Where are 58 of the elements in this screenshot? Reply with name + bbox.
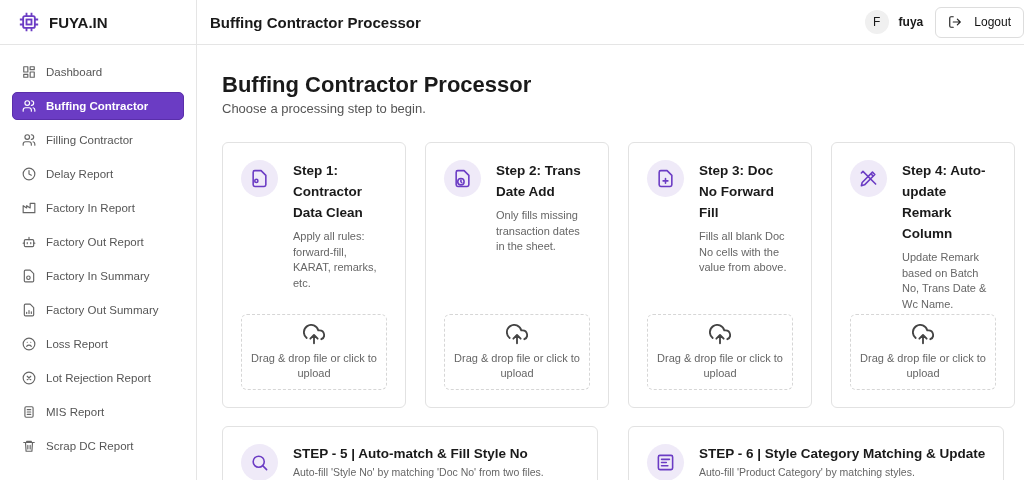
sidebar-item[interactable]: Buffing Contractor xyxy=(12,92,184,120)
list-icon xyxy=(656,453,675,472)
sidebar-item[interactable]: Factory Out Report xyxy=(12,228,184,256)
upload-dropzone[interactable]: Drag & drop file or click to upload xyxy=(647,314,793,390)
step-description: Fills all blank Doc No cells with the value from above. xyxy=(699,229,788,275)
logout-icon xyxy=(948,15,963,29)
clock-icon xyxy=(22,167,36,181)
chip-icon xyxy=(19,12,39,32)
sidebar-item[interactable]: Loss Report xyxy=(12,330,184,358)
step-title: Step 1: Contractor Data Clean xyxy=(293,162,364,222)
upload-cloud-icon xyxy=(506,323,528,346)
step-description: Update Remark based on Batch No, Trans Date & Wc Name. xyxy=(902,250,988,312)
sidebar-item[interactable]: Factory Out Summary xyxy=(12,296,184,324)
step-description: Auto-fill 'Style No' by matching 'Doc No' from two files. xyxy=(293,466,544,478)
upload-cloud-icon xyxy=(912,323,934,346)
sidebar-item[interactable]: Factory In Report xyxy=(12,194,184,222)
sidebar-item[interactable]: Delay Report xyxy=(12,160,184,188)
brand-name: FUYA.IN xyxy=(49,13,108,31)
page-subtitle: Choose a processing step to begin. xyxy=(222,101,427,116)
upload-dropzone[interactable]: Drag & drop file or click to upload xyxy=(444,314,590,390)
clipboard-icon xyxy=(22,405,36,419)
user-name: fuya xyxy=(898,15,924,29)
circle-x-icon xyxy=(22,371,36,385)
factory-icon xyxy=(22,201,36,215)
header-title: Buffing Contractor Processor xyxy=(210,13,422,31)
step-title: STEP - 5 | Auto-match & Fill Style No xyxy=(293,446,529,461)
file-icon xyxy=(22,269,36,283)
users-icon xyxy=(22,133,36,147)
grid-icon xyxy=(22,65,36,79)
step-description: Auto-fill 'Product Category' by matching styles. xyxy=(699,466,916,478)
users-icon xyxy=(22,99,36,113)
upload-dropzone[interactable]: Drag & drop file or click to upload xyxy=(850,314,996,390)
bot-icon xyxy=(22,235,36,249)
step-title: Step 4: Auto-update Remark Column xyxy=(902,162,987,243)
file-plus-icon xyxy=(656,169,675,188)
sidebar-item[interactable]: Lot Rejection Report xyxy=(12,364,184,392)
step-title: Step 2: Trans Date Add xyxy=(496,162,582,201)
sidebar-item[interactable]: MIS Report xyxy=(12,398,184,426)
sidebar-item[interactable]: Filling Contractor xyxy=(12,126,184,154)
trash-icon xyxy=(22,439,36,453)
file-clock-icon xyxy=(453,169,472,188)
sidebar-item[interactable]: Dashboard xyxy=(12,58,184,86)
pencil-ruler-icon xyxy=(859,169,878,188)
step-description: Apply all rules: forward-fill, KARAT, remarks, etc. xyxy=(293,229,378,291)
frown-icon xyxy=(22,337,36,351)
step-title: Step 3: Doc No Forward Fill xyxy=(699,162,775,222)
upload-dropzone[interactable]: Drag & drop file or click to upload xyxy=(241,314,387,390)
sidebar-item[interactable]: Factory In Summary xyxy=(12,262,184,290)
step-description: Only fills missing transaction dates in the sheet. xyxy=(496,208,581,254)
file-chart-icon xyxy=(22,303,36,317)
user-avatar: F xyxy=(864,10,889,34)
sidebar-item[interactable]: Scrap DC Report xyxy=(12,432,184,460)
search-icon xyxy=(250,453,269,472)
step-title: STEP - 6 | Style Category Matching & Update xyxy=(699,446,986,461)
page-title: Buffing Contractor Processor xyxy=(222,72,533,98)
upload-cloud-icon xyxy=(303,323,325,346)
upload-cloud-icon xyxy=(709,323,731,346)
logout-button[interactable]: Logout xyxy=(935,6,1024,38)
